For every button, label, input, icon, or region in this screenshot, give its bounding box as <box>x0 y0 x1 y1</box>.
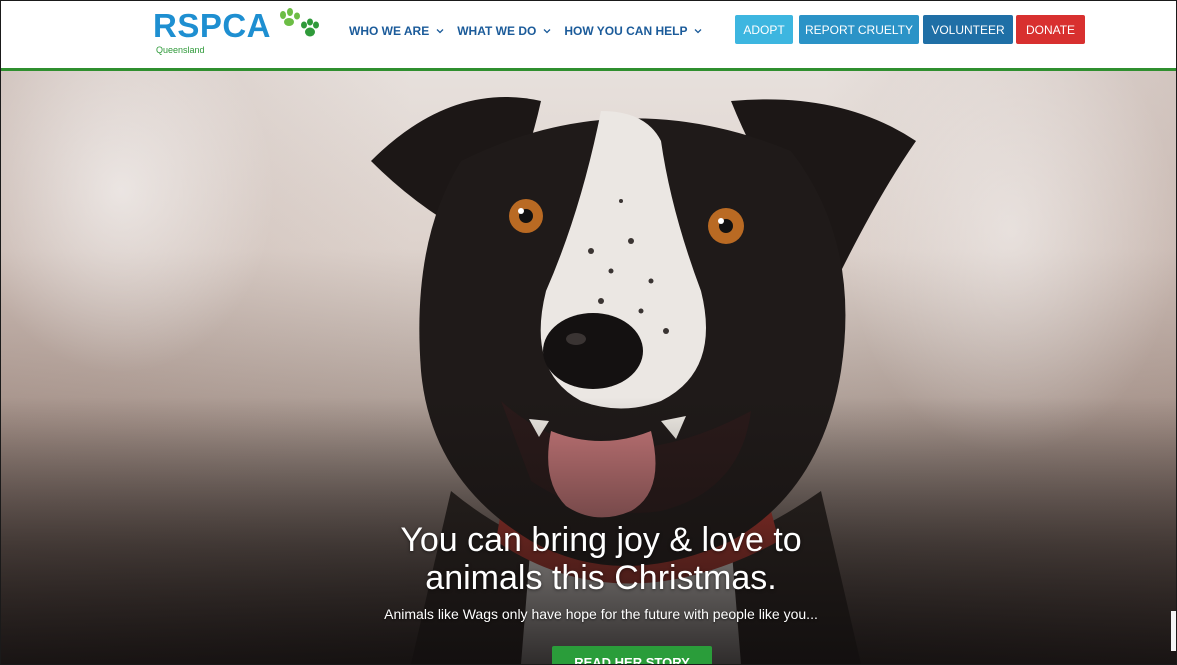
nav-what-we-do[interactable]: WHAT WE DO <box>457 23 552 39</box>
nav-who-we-are[interactable]: WHO WE ARE <box>349 23 445 39</box>
hero-headline: You can bring joy & love to animals this… <box>331 521 871 597</box>
donate-button[interactable]: DONATE <box>1016 15 1085 44</box>
nav-label: WHAT WE DO <box>457 24 537 38</box>
nav-label: WHO WE ARE <box>349 24 430 38</box>
hero-headline-line-1: You can bring joy & love to <box>400 521 802 559</box>
hero-subtitle: Animals like Wags only have hope for the… <box>384 606 818 622</box>
hero-headline-line-2: animals this Christmas. <box>425 559 777 597</box>
adopt-button[interactable]: ADOPT <box>735 15 793 44</box>
volunteer-button[interactable]: VOLUNTEER <box>923 15 1013 44</box>
logo-wordmark: RSPCA <box>153 7 272 44</box>
logo-region: Queensland <box>156 45 205 55</box>
nav-how-you-can-help[interactable]: HOW YOU CAN HELP <box>564 23 703 39</box>
side-feedback-tab[interactable] <box>1171 611 1176 651</box>
chevron-down-icon <box>543 29 551 34</box>
rspca-logo[interactable]: RSPCA Queensland <box>153 7 325 59</box>
site-header: RSPCA Queensland WHO WE ARE WHAT WE DO H… <box>1 1 1176 71</box>
report-cruelty-button[interactable]: REPORT CRUELTY <box>799 15 919 44</box>
browser-viewport: RSPCA Queensland WHO WE ARE WHAT WE DO H… <box>0 0 1177 665</box>
nav-label: HOW YOU CAN HELP <box>564 24 688 38</box>
chevron-down-icon <box>694 29 702 34</box>
chevron-down-icon <box>436 29 444 34</box>
read-her-story-button[interactable]: READ HER STORY <box>552 646 712 664</box>
main-nav: WHO WE ARE WHAT WE DO HOW YOU CAN HELP <box>349 23 715 39</box>
paw-prints-icon <box>280 8 319 37</box>
hero-banner: You can bring joy & love to animals this… <box>1 71 1176 664</box>
